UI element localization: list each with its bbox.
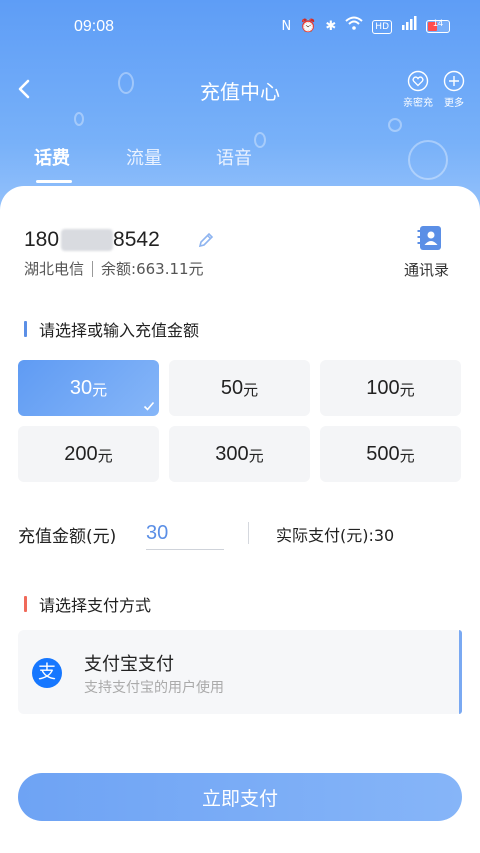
wifi-icon xyxy=(345,16,363,37)
actual-pay-text: 实际支付(元):30 xyxy=(276,526,395,545)
section-bar xyxy=(24,596,27,612)
amount-value: 300 xyxy=(215,442,249,465)
alipay-icon: 支 xyxy=(32,658,62,688)
heart-icon xyxy=(407,70,429,92)
carrier-info: 湖北电信 余额:663.11元 xyxy=(24,258,204,279)
decor-bubble xyxy=(388,118,402,132)
selected-indicator xyxy=(459,630,462,714)
amount-value: 500 xyxy=(366,442,400,465)
amount-option-50[interactable]: 50 元 xyxy=(169,360,310,416)
nfc-icon: N xyxy=(281,18,292,34)
amount-option-100[interactable]: 100 元 xyxy=(320,360,461,416)
amount-unit: 元 xyxy=(399,448,415,465)
hd-icon: HD xyxy=(372,19,392,34)
main-card xyxy=(0,186,480,853)
amount-unit: 元 xyxy=(248,448,264,465)
amount-unit: 元 xyxy=(399,382,415,399)
payment-section-title: 请选择支付方式 xyxy=(24,592,151,616)
payment-method-desc: 支持支付宝的用户使用 xyxy=(84,680,224,696)
check-icon xyxy=(143,401,155,411)
family-recharge-label: 亲密充 xyxy=(403,98,433,109)
tab-data[interactable]: 流量 xyxy=(126,144,162,170)
amount-option-200[interactable]: 200 元 xyxy=(18,426,159,482)
amount-option-30[interactable]: 30 元 xyxy=(18,360,159,416)
amount-unit: 元 xyxy=(92,382,108,399)
phone-prefix: 180 xyxy=(24,228,60,251)
tab-voice[interactable]: 语音 xyxy=(216,144,252,170)
pay-now-button[interactable]: 立即支付 xyxy=(18,773,462,821)
payment-method-alipay[interactable]: 支 支付宝支付 支持支付宝的用户使用 xyxy=(18,630,462,714)
contacts-icon[interactable] xyxy=(416,224,444,252)
phone-number: 180 8542 xyxy=(24,228,160,252)
amount-value: 50 xyxy=(220,376,244,399)
status-icons: N ⏰ ✱ HD 14 xyxy=(281,16,450,37)
divider xyxy=(92,260,94,277)
decor-bubble xyxy=(74,112,84,126)
tab-bar: 话费 流量 语音 xyxy=(0,138,480,184)
more-label: 更多 xyxy=(444,98,464,109)
recharge-amount-label: 充值金额(元) xyxy=(18,527,117,547)
recharge-amount-input[interactable] xyxy=(146,518,224,550)
navbar: 充值中心 亲密充 更多 xyxy=(0,66,480,112)
amount-unit: 元 xyxy=(243,382,259,399)
signal-4g-icon xyxy=(401,16,417,37)
amount-section-label: 请选择或输入充值金额 xyxy=(39,321,200,340)
section-bar xyxy=(24,321,27,337)
balance: 余额:663.11元 xyxy=(101,260,204,278)
plus-circle-icon xyxy=(443,70,465,92)
divider xyxy=(248,522,249,544)
edit-icon[interactable] xyxy=(196,230,216,250)
payment-section-label: 请选择支付方式 xyxy=(39,596,152,615)
status-bar: 09:08 N ⏰ ✱ HD 14 xyxy=(0,0,480,54)
tab-phone-bill[interactable]: 话费 xyxy=(34,144,70,170)
amount-value: 200 xyxy=(64,442,98,465)
battery-icon: 14 xyxy=(426,18,450,33)
amount-option-300[interactable]: 300 元 xyxy=(169,426,310,482)
family-recharge-button[interactable]: 亲密充 xyxy=(398,70,438,109)
amount-section-title: 请选择或输入充值金额 xyxy=(24,317,199,341)
contacts-label[interactable]: 通讯录 xyxy=(404,259,449,280)
status-time: 09:08 xyxy=(74,18,115,35)
carrier-name: 湖北电信 xyxy=(24,260,85,278)
alarm-icon: ⏰ xyxy=(300,18,317,34)
more-button[interactable]: 更多 xyxy=(434,70,474,109)
amount-unit: 元 xyxy=(97,448,113,465)
bluetooth-icon: ✱ xyxy=(325,18,337,34)
battery-level: 14 xyxy=(432,18,443,28)
phone-mask xyxy=(61,229,114,251)
amount-value: 100 xyxy=(366,376,400,399)
tab-active-indicator xyxy=(36,180,72,183)
phone-suffix: 8542 xyxy=(113,228,160,251)
amount-value: 30 xyxy=(69,376,93,399)
payment-method-name: 支付宝支付 xyxy=(84,654,174,675)
amount-option-500[interactable]: 500 元 xyxy=(320,426,461,482)
